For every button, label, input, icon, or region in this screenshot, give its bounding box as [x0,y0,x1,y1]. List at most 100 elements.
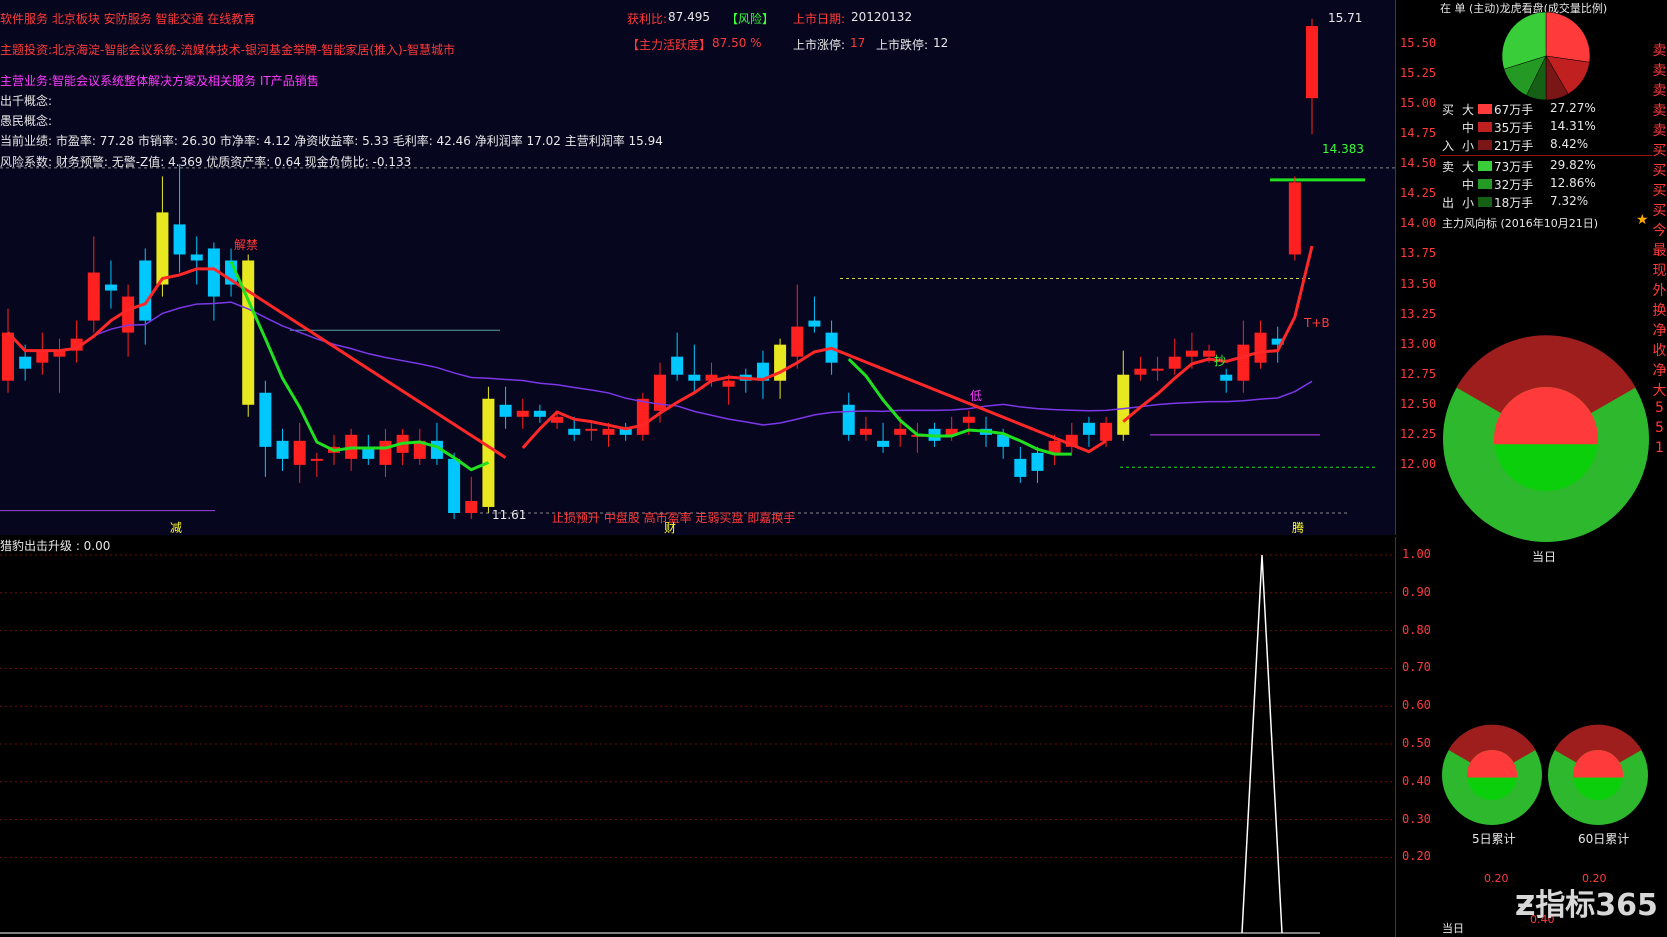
watermark: Ƶ指标365 [1515,888,1658,923]
sixty-day-pie [1548,724,1648,825]
candle-body [1168,356,1181,369]
candle-body [568,428,581,435]
flow-color-swatch [1478,122,1492,132]
y-tick-label: 12.00 [1400,456,1437,471]
candle-body [190,254,203,261]
candle-body [1306,26,1318,99]
strip-char: 卖 [1652,43,1667,59]
marker-jieti: 解禁 [234,238,259,252]
strip-char: 卖 [1652,123,1667,139]
candle-body [516,410,529,417]
flow-percent: 29.82% [1550,158,1596,172]
flow-size: 小 [1462,196,1475,210]
marker-diyi: 低 [970,389,983,403]
candle-body [482,398,495,507]
y-tick-label: 13.75 [1400,246,1437,261]
sub-y-tick-label: 1.00 [1402,547,1431,561]
strip-char: 卖 [1652,63,1667,79]
flow-percent: 8.42% [1550,137,1589,151]
flow-size: 中 [1462,121,1475,135]
y-tick-label: 15.00 [1400,96,1437,111]
flow-side: 买 [1442,103,1455,117]
candle-body [1288,182,1301,255]
flow-volume: 32万手 [1494,178,1534,192]
flow-percent: 27.27% [1550,101,1596,115]
flow-volume: 21万手 [1494,139,1534,153]
candle-body [1220,374,1233,381]
strip-char: 今 [1652,223,1667,239]
sub-y-tick-label: 0.70 [1402,660,1431,675]
flow-volume: 73万手 [1494,160,1534,174]
candle-body [19,356,32,369]
sub-y-tick-label: 0.40 [1402,773,1431,788]
bottom-left-label: 当日 [1442,922,1464,935]
candle-body [1134,368,1147,375]
sub-y-tick-label: 0.80 [1402,622,1431,637]
flow-color-swatch [1478,197,1492,207]
strip-char: 卖 [1652,103,1667,119]
high-price-label: 15.71 [1328,11,1363,25]
candle-body [1254,332,1267,363]
money-flow-panel: 在 单 (主动)龙虎看盘(成交量比例) 买大 67万手 27.27% 中 35万手 14.… [1440,0,1652,937]
top-flow-pie [1501,11,1591,101]
strip-char: 现 [1652,263,1667,279]
y-tick-label: 15.50 [1400,36,1437,51]
sub-chart-canvas[interactable] [0,537,1395,937]
strip-char: 净 [1652,323,1667,339]
candle-body [636,398,649,435]
sub-indicator-label: 猎豹出击升级 : 0.00 [0,539,111,553]
candle-body [1048,440,1061,453]
candle-body [791,326,804,357]
listing-limit-up-label: 上市涨停: [793,38,846,52]
candle-body [808,320,821,327]
candle-body [139,260,152,321]
candle-body [1151,368,1164,371]
strip-char: 5 [1655,400,1664,416]
listing-limit-down-label: 上市跌停: [876,38,929,52]
sub-indicator-chart[interactable]: 猎豹出击升级 : 0.00 [0,537,1395,937]
qianjia-concept: 出千概念: [0,94,53,108]
candle-body [585,428,598,431]
strip-char: 大 [1652,383,1667,399]
sub-y-axis: 1.00 0.90 0.80 0.70 0.60 0.50 0.40 0.30 0.20 [1395,537,1441,937]
strip-char: 买 [1652,163,1667,179]
y-tick-label: 12.75 [1400,366,1437,381]
flow-size: 中 [1462,178,1475,192]
strip-char: 买 [1652,143,1667,159]
flow-row: 中 32万手 12.86% [1440,175,1652,193]
main-candlestick-chart[interactable]: 软件服务 北京板块 安防服务 智能交通 在线教育 获利比: 87.495 【风险… [0,0,1395,535]
y-tick-label: 13.50 [1400,276,1437,291]
candle-body [276,440,289,459]
risk-factor: 风险系数: 财务预警: 无警-Z值: 4.369 优质资产率: 0.64 现金负… [0,155,412,169]
candle-body [499,404,512,417]
candle-body [156,212,169,285]
candle-body [122,296,135,333]
candle-body [87,272,100,321]
y-tick-label: 14.75 [1400,126,1437,141]
candle-body [722,380,735,387]
flow-volume: 67万手 [1494,103,1534,117]
candle-body [293,440,306,465]
flow-volume: 18万手 [1494,196,1534,210]
listing-limit-down-value: 12 [933,36,949,50]
main-y-axis: 15.50 15.25 15.00 14.75 14.50 14.25 14.00 13.75… [1395,0,1441,535]
sub-y-tick-label: 0.20 [1402,849,1431,864]
candle-body [259,392,272,447]
star-icon[interactable]: ★ [1636,212,1649,228]
flow-color-swatch [1478,179,1492,189]
simin-concept: 愚民概念: [0,114,53,128]
profit-ratio-value: 87.495 [668,10,710,24]
strip-char: 买 [1652,203,1667,219]
candle-body [859,428,872,435]
flow-side: 入 [1442,139,1455,153]
y-tick-label: 13.00 [1400,336,1437,351]
candle-body [894,428,907,435]
pie-slice [1545,11,1591,63]
strip-char: 1 [1655,440,1664,456]
main-activity-value: 87.50 % [712,36,762,50]
candle-body [1237,344,1250,381]
sub-y-tick-label: 0.60 [1402,698,1431,713]
sub-y-tick-label: 0.30 [1402,811,1431,826]
candle-body [842,404,855,435]
ma-green-line-2 [847,358,1072,456]
